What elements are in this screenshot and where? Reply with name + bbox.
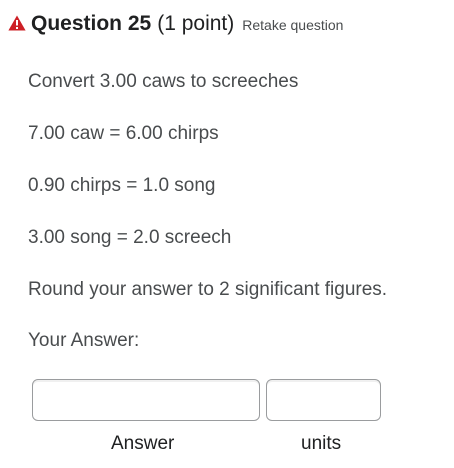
question-points: (1 point) [157,12,235,35]
equivalence-3: 3.00 song = 2.0 screech [28,227,232,248]
warning-triangle-icon [8,15,26,31]
question-prompt: Convert 3.00 caws to screeches [28,71,299,92]
equivalence-1: 7.00 caw = 6.00 chirps [28,123,219,144]
answer-input[interactable] [32,379,260,421]
answer-field-label: Answer [111,433,175,454]
question-title: Question 25 [31,12,152,35]
rounding-instruction: Round your answer to 2 significant figur… [28,279,388,300]
answer-heading: Your Answer: [28,330,140,351]
units-input[interactable] [266,379,381,421]
retake-question-link[interactable]: Retake question [242,17,343,33]
units-field-label: units [301,433,342,454]
question-header: Question 25 (1 point) Retake question [8,12,343,36]
equivalence-2: 0.90 chirps = 1.0 song [28,175,216,196]
